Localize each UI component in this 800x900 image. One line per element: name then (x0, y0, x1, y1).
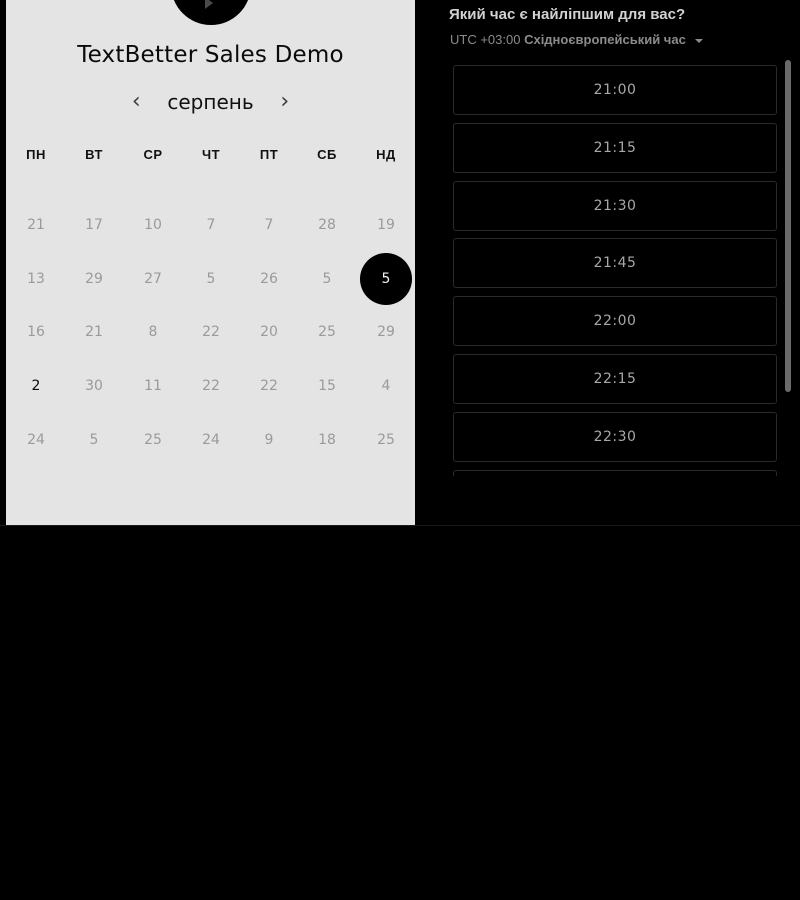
calendar-day: 22 (202, 378, 220, 394)
scrollbar[interactable] (785, 60, 791, 480)
timezone-name: Східноєвропейський час (524, 32, 686, 47)
time-slot-button[interactable]: 22:30 (453, 411, 777, 462)
calendar-day: 27 (144, 271, 162, 287)
calendar-day: 30 (85, 378, 103, 394)
event-title: TextBetter Sales Demo (77, 42, 344, 68)
time-question: Який час є найліпшим для вас? (449, 6, 686, 23)
calendar-day: 25 (318, 324, 336, 340)
calendar-day: 7 (264, 217, 274, 233)
calendar-day: 11 (144, 378, 162, 394)
calendar-day: 29 (85, 271, 103, 287)
calendar-day: 21 (27, 217, 45, 233)
calendar-day: 18 (318, 432, 336, 448)
time-slot-list: 21:00 21:15 21:30 21:45 22:00 22:15 22:30 (453, 65, 777, 476)
avatar (171, 0, 251, 25)
available-day[interactable]: 2 (11, 366, 61, 406)
calendar-day: 17 (85, 217, 103, 233)
chevron-right-icon[interactable]: › (273, 88, 297, 116)
timezone-dropdown[interactable]: UTC +03:00 Східноєвропейський час (450, 32, 704, 47)
calendar-day: 10 (144, 217, 162, 233)
calendar-day: 8 (148, 324, 158, 340)
weekday-label: НД (376, 147, 396, 162)
calendar-day: 24 (202, 432, 220, 448)
calendar-day: 20 (260, 324, 278, 340)
chevron-left-icon[interactable]: ‹ (124, 88, 148, 116)
month-navigation: ‹ серпень › (6, 88, 415, 118)
weekday-label: ЧТ (201, 147, 221, 162)
calendar-day: 4 (381, 378, 391, 394)
weekday-label: СР (143, 147, 163, 162)
weekday-label: ВТ (85, 147, 103, 162)
calendar-day: 16 (27, 324, 45, 340)
calendar-day: 26 (260, 271, 278, 287)
selected-day[interactable]: 5 (360, 253, 412, 305)
calendar-day: 25 (377, 432, 395, 448)
calendar-day: 24 (27, 432, 45, 448)
calendar-day: 5 (206, 271, 216, 287)
calendar-day: 22 (260, 378, 278, 394)
month-label: серпень (167, 90, 254, 114)
divider (0, 525, 800, 526)
calendar-day: 15 (318, 378, 336, 394)
time-slot-button[interactable]: 21:00 (453, 65, 777, 115)
calendar-day: 7 (206, 217, 216, 233)
calendar-day: 5 (89, 432, 99, 448)
calendar-day: 21 (85, 324, 103, 340)
weekday-label: ПТ (259, 147, 279, 162)
time-slot-button[interactable]: 21:30 (453, 180, 777, 231)
scrollbar-thumb[interactable] (785, 60, 791, 392)
time-panel: Який час є найліпшим для вас? UTC +03:00… (416, 0, 800, 525)
calendar-day: 25 (144, 432, 162, 448)
timezone-offset: UTC +03:00 (450, 32, 521, 47)
time-slot-button[interactable]: 22:15 (453, 354, 777, 404)
weekday-header: ПН ВТ СР ЧТ ПТ СБ НД (6, 147, 415, 167)
calendar-day: 9 (264, 432, 274, 448)
calendar-day: 28 (318, 217, 336, 233)
caret-down-icon (695, 38, 704, 43)
calendar-day: 5 (322, 271, 332, 287)
scheduling-page: TextBetter Sales Demo ‹ серпень › ПН ВТ СР… (0, 0, 800, 900)
calendar-day: 13 (27, 271, 45, 287)
time-slot-button[interactable]: 21:45 (453, 238, 777, 289)
time-slot-button[interactable] (453, 469, 777, 476)
calendar-day: 22 (202, 324, 220, 340)
weekday-label: СБ (317, 147, 337, 162)
weekday-label: ПН (26, 147, 46, 162)
calendar-panel: TextBetter Sales Demo ‹ серпень › ПН ВТ СР… (6, 0, 415, 525)
time-slot-button[interactable]: 21:15 (453, 122, 777, 173)
time-slot-button[interactable]: 22:00 (453, 296, 777, 347)
calendar-day: 29 (377, 324, 395, 340)
play-icon (205, 0, 213, 9)
calendar-day: 19 (377, 217, 395, 233)
